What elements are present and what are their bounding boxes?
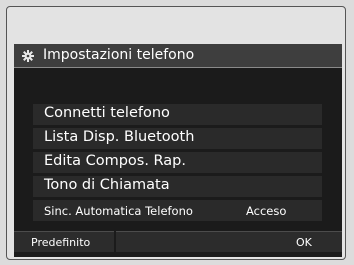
title-bar: Impostazioni telefono	[14, 44, 342, 68]
phone-settings-screen: Impostazioni telefono Connetti telefono …	[14, 44, 342, 257]
menu-item-bluetooth-device-list[interactable]: Lista Disp. Bluetooth	[33, 128, 322, 149]
page-title: Impostazioni telefono	[43, 47, 195, 63]
device-frame: Impostazioni telefono Connetti telefono …	[6, 6, 346, 260]
ok-button-label: OK	[296, 236, 312, 249]
default-button[interactable]: Predefinito	[14, 231, 114, 252]
menu-item-edit-speed-dial[interactable]: Edita Compos. Rap.	[33, 152, 322, 173]
menu-item-label: Sinc. Automatica Telefono	[44, 204, 193, 218]
menu-item-label: Connetti telefono	[44, 105, 170, 121]
ok-button[interactable]: OK	[116, 231, 342, 252]
default-button-label: Predefinito	[31, 236, 91, 249]
menu-item-auto-phone-sync[interactable]: Sinc. Automatica Telefono Acceso	[33, 200, 322, 221]
menu-item-label: Tono di Chiamata	[44, 177, 170, 193]
auto-sync-status-value: Acceso	[246, 204, 287, 218]
menu-item-ringtone[interactable]: Tono di Chiamata	[33, 176, 322, 197]
menu-item-connect-phone[interactable]: Connetti telefono	[33, 104, 322, 125]
gear-icon	[22, 50, 34, 62]
menu-item-label: Lista Disp. Bluetooth	[44, 129, 195, 145]
menu-item-label: Edita Compos. Rap.	[44, 153, 186, 169]
